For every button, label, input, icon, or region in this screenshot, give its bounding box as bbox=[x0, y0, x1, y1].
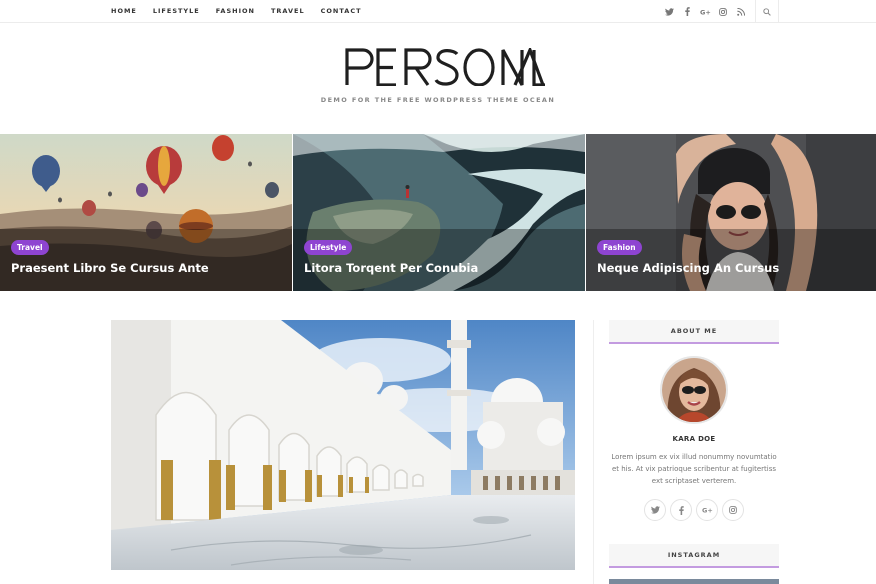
menu-item-lifestyle[interactable]: LIFESTYLE bbox=[145, 0, 208, 23]
facebook-icon[interactable] bbox=[678, 0, 696, 23]
featured-post-fashion[interactable]: Fashion Neque Adipiscing An Cursus bbox=[586, 134, 876, 291]
top-navigation-bar: HOME LIFESTYLE FASHION TRAVEL CONTACT G+ bbox=[0, 0, 876, 23]
category-badge-fashion[interactable]: Fashion bbox=[597, 240, 642, 255]
author-name: KARA DOE bbox=[672, 435, 716, 443]
slide-overlay bbox=[586, 229, 876, 291]
post-featured-image[interactable] bbox=[111, 320, 575, 570]
featured-post-title[interactable]: Neque Adipiscing An Cursus bbox=[597, 261, 779, 275]
site-tagline: DEMO FOR THE FREE WORDPRESS THEME OCEAN bbox=[320, 96, 556, 104]
author-social-links: G+ bbox=[644, 499, 744, 521]
top-social-links: G+ bbox=[660, 0, 750, 23]
featured-post-travel[interactable]: Travel Praesent Libro Se Cursus Ante bbox=[0, 134, 292, 291]
instagram-widget-title: INSTAGRAM bbox=[609, 544, 779, 568]
sidebar-divider bbox=[593, 320, 594, 584]
google-plus-icon[interactable]: G+ bbox=[696, 499, 718, 521]
site-logo[interactable] bbox=[344, 45, 546, 87]
twitter-icon[interactable] bbox=[660, 0, 678, 23]
instagram-feed-preview[interactable] bbox=[609, 579, 779, 584]
menu-item-travel[interactable]: TRAVEL bbox=[263, 0, 313, 23]
svg-text:G+: G+ bbox=[700, 8, 711, 16]
about-me-widget-title: ABOUT ME bbox=[609, 320, 779, 344]
featured-post-title[interactable]: Litora Torqent Per Conubia bbox=[304, 261, 478, 275]
category-badge-travel[interactable]: Travel bbox=[11, 240, 49, 255]
search-button[interactable] bbox=[755, 0, 779, 23]
author-bio: Lorem ipsum ex vix illud nonummy novumta… bbox=[611, 453, 777, 485]
instagram-icon[interactable] bbox=[722, 499, 744, 521]
featured-post-lifestyle[interactable]: Lifestyle Litora Torqent Per Conubia bbox=[293, 134, 585, 291]
featured-post-title[interactable]: Praesent Libro Se Cursus Ante bbox=[11, 261, 209, 275]
category-badge-lifestyle[interactable]: Lifestyle bbox=[304, 240, 353, 255]
main-menu: HOME LIFESTYLE FASHION TRAVEL CONTACT bbox=[103, 0, 370, 23]
search-icon bbox=[763, 7, 771, 16]
featured-posts: Travel Praesent Libro Se Cursus Ante Lif… bbox=[0, 134, 876, 291]
menu-item-contact[interactable]: CONTACT bbox=[313, 0, 370, 23]
google-plus-icon[interactable]: G+ bbox=[696, 0, 714, 23]
author-avatar bbox=[660, 356, 728, 424]
menu-item-home[interactable]: HOME bbox=[103, 0, 145, 23]
slide-overlay bbox=[0, 229, 292, 291]
instagram-icon[interactable] bbox=[714, 0, 732, 23]
rss-icon[interactable] bbox=[732, 0, 750, 23]
twitter-icon[interactable] bbox=[644, 499, 666, 521]
menu-item-fashion[interactable]: FASHION bbox=[208, 0, 263, 23]
svg-text:G+: G+ bbox=[702, 507, 713, 515]
facebook-icon[interactable] bbox=[670, 499, 692, 521]
slide-overlay bbox=[293, 229, 585, 291]
